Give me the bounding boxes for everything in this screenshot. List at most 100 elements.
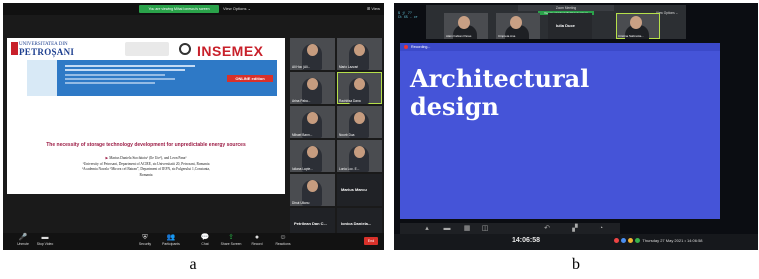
- control-chat-button[interactable]: 💬 Chat: [191, 234, 219, 246]
- participant-name: Mario Lazzari: [339, 65, 359, 69]
- participant-face-icon: [510, 16, 522, 29]
- participant-tile[interactable]: Iulia Duce: [548, 13, 592, 39]
- participant-name: Arina Paba...: [292, 99, 311, 103]
- shared-slide: Recording... Architectural design: [400, 43, 720, 219]
- participant-face-icon: [354, 44, 365, 56]
- participant-tile[interactable]: Cristina Sabinolia...: [616, 13, 660, 39]
- control-record-button[interactable]: ● Record: [243, 234, 271, 246]
- insemex-logo: INSEMEX: [197, 43, 264, 59]
- control-reactions-button[interactable]: ☺ Reactions: [269, 234, 297, 246]
- system-tray: Thursday 27 May 2021 • 14:06:58: [614, 238, 703, 244]
- participant-tile[interactable]: Lonia Loc. E...: [337, 140, 382, 172]
- slide-title-line-2: design: [410, 92, 499, 121]
- seal-logo-icon: [179, 43, 191, 55]
- banner-text-line: [65, 78, 175, 80]
- participant-name: Cristina Sabinolia...: [618, 34, 644, 38]
- participants-icon: 👥: [166, 234, 176, 241]
- view-options-button[interactable]: View Options ⌄: [223, 5, 251, 13]
- online-edition-badge: ONLINE edition: [227, 75, 273, 82]
- slide-title-line-1: Architectural: [410, 64, 590, 93]
- meeting-controls-bar: ▴ ▬ ▦ ◫ ↶ ▞ ◔: [400, 223, 620, 234]
- participant-name: Dinut Ulianu: [292, 201, 310, 205]
- banner-text-line: [65, 82, 155, 84]
- clock: 14:06:58: [512, 237, 541, 244]
- banner-text-line: [65, 65, 195, 67]
- recording-indicator: Recording...: [400, 43, 720, 51]
- participant-tile[interactable]: Marius Marcu: [337, 174, 382, 206]
- authors-line: Marius Daniela Stochitoiu¹ (lle Ute²), a…: [109, 156, 187, 160]
- share-icon[interactable]: ◫: [480, 224, 490, 233]
- participant-tile[interactable]: Alain Fabian Paras: [444, 13, 488, 39]
- participants-icon[interactable]: ▦: [462, 224, 472, 233]
- university-logo-name: PETROȘANI: [19, 47, 75, 57]
- participant-tile[interactable]: Mario Lazzari: [337, 38, 382, 70]
- participant-tile[interactable]: Ali Hoc (Ali...: [290, 38, 335, 70]
- control-stop-video-button[interactable]: ▬ Stop Video: [31, 234, 59, 246]
- zoom-window-b: $ j! 7? Ct X5 - cr Zoom Meeting You are …: [394, 3, 758, 250]
- control-label: Stop Video: [36, 242, 54, 246]
- participant-face-icon: [630, 16, 642, 29]
- tray-app-icon[interactable]: [635, 238, 641, 244]
- university-logo-icon: [11, 42, 18, 55]
- control-label: Record: [251, 242, 263, 246]
- terminal-text: $ j! 7? Ct X5 - cr: [398, 11, 418, 19]
- stop-video-icon: ▬: [41, 234, 49, 241]
- participant-name: Mihael Bann...: [292, 133, 313, 137]
- control-share-screen-button[interactable]: ⇪ Share Screen: [217, 234, 245, 246]
- control-label: Participants: [162, 242, 180, 246]
- control-label: Reactions: [275, 242, 291, 246]
- partner-logo-icon: [125, 42, 169, 56]
- participant-tile[interactable]: Iuliana Lapte...: [290, 140, 335, 172]
- banner-text-line: [65, 74, 165, 76]
- control-label: Security: [138, 242, 152, 246]
- end-meeting-button[interactable]: End: [364, 237, 378, 245]
- tray-app-icon[interactable]: [621, 238, 627, 244]
- participant-tile[interactable]: Cinpreta Ana: [496, 13, 540, 39]
- mic-icon[interactable]: ▴: [422, 224, 432, 233]
- reactions-icon[interactable]: ↶: [542, 224, 552, 233]
- participant-face-icon: [458, 16, 470, 29]
- participant-name: Rachitisa Dana: [339, 99, 361, 103]
- participant-name: Iulia Duce: [556, 23, 575, 28]
- participant-tile[interactable]: Noorb Dua: [337, 106, 382, 138]
- participant-face-icon: [307, 146, 318, 158]
- tray-app-icon[interactable]: [614, 238, 619, 244]
- zoom-window-a: You are viewing Mihai Ionescu's screen V…: [3, 3, 384, 250]
- participant-face-icon: [354, 78, 365, 90]
- participant-name: Ionica Daniela...: [341, 221, 372, 226]
- record-dot-icon: [404, 45, 408, 49]
- control-security-button[interactable]: ⛨ Security: [131, 234, 159, 246]
- slide-authors-block: ▶ Marius Daniela Stochitoiu¹ (lle Ute²),…: [7, 156, 285, 178]
- camera-icon[interactable]: ▬: [442, 224, 452, 233]
- shared-slide: UNIVERSITATEA DIN PETROȘANI INSEMEX ONLI…: [7, 38, 285, 194]
- slide-title: Architectural design: [410, 65, 589, 121]
- zoom-top-bar: You are viewing Mihai Ionescu's screen V…: [3, 3, 384, 15]
- control-participants-button[interactable]: 👥 Participants: [157, 234, 185, 246]
- meeting-title: Zoom Meeting: [555, 6, 577, 10]
- participant-tile[interactable]: Dinut Ulianu: [290, 174, 335, 206]
- chat-icon[interactable]: ▞: [570, 224, 580, 233]
- screen-share-banner: You are viewing Mihai Ionescu's screen: [139, 5, 219, 13]
- more-icon[interactable]: ◔: [596, 224, 606, 233]
- share-screen-icon: ⇪: [228, 234, 234, 241]
- meeting-controls-bar: End 🎤 Unmute ▬ Stop Video ⛨ Security 👥 Particip…: [3, 233, 384, 250]
- participant-face-icon: [307, 78, 318, 90]
- view-button[interactable]: ⊞ View: [367, 5, 380, 13]
- participant-tile[interactable]: Arina Paba...: [290, 72, 335, 104]
- taskbar: [394, 234, 758, 250]
- participant-face-icon: [307, 180, 318, 192]
- tray-app-icon[interactable]: [628, 238, 634, 244]
- participant-name: Iuliana Lapte...: [292, 167, 313, 171]
- participant-name: Noorb Dua: [339, 133, 355, 137]
- participant-tile[interactable]: Mihael Bann...: [290, 106, 335, 138]
- recording-label: Recording...: [411, 45, 431, 49]
- slide-title: The necessity of storage technology deve…: [46, 142, 246, 148]
- participant-name: Marius Marcu: [341, 187, 367, 192]
- participant-face-icon: [354, 146, 365, 158]
- participant-name: Cinpreta Ana: [498, 34, 516, 38]
- participant-face-icon: [354, 112, 365, 124]
- chat-icon: 💬: [200, 234, 210, 241]
- caption-b: b: [572, 256, 580, 273]
- terminal-line: Ct X5 - cr: [398, 15, 418, 19]
- participant-tile[interactable]: Rachitisa Dana: [337, 72, 382, 104]
